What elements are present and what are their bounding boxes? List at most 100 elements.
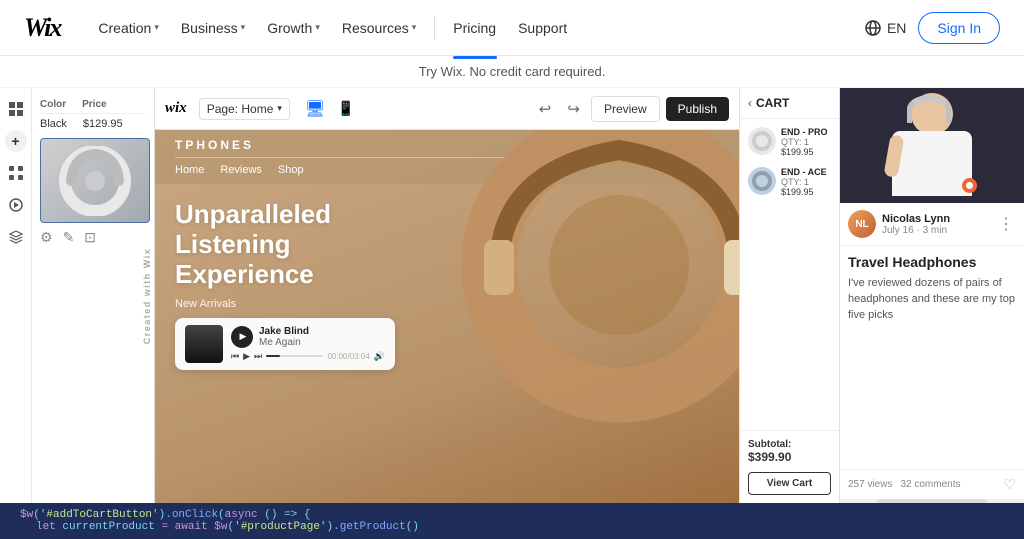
cart-header: ‹ CART: [740, 88, 839, 119]
nav-support[interactable]: Support: [508, 14, 577, 42]
article-header-image: [840, 88, 1024, 203]
heart-icon[interactable]: ♡: [1003, 476, 1016, 493]
device-icons: 🖥 📱: [300, 96, 360, 122]
author-date: July 16 · 3 min: [882, 225, 990, 236]
article-title: Travel Headphones: [848, 254, 1016, 270]
undo-button[interactable]: ↩: [534, 97, 557, 121]
cart-item-details: END - PRO QTY: 1 $199.95: [781, 127, 828, 157]
pricing-underline: [453, 56, 497, 59]
volume-icon[interactable]: 🔊: [374, 351, 385, 362]
cart-footer: Subtotal: $399.90 View Cart: [740, 430, 839, 503]
cart-item: END - PRO QTY: 1 $199.95: [748, 127, 831, 157]
nav-items: Creation ▾ Business ▾ Growth ▾ Resources…: [88, 14, 577, 42]
redo-button[interactable]: ↪: [562, 97, 585, 121]
language-selector[interactable]: EN: [864, 19, 906, 37]
cart-item: END - ACE QTY: 1 $199.95: [748, 167, 831, 197]
product-image-area: [40, 138, 150, 223]
table-row: Black $129.95: [40, 118, 146, 130]
music-controls-area: ▶ Jake Blind Me Again ⏮ ▶ ⏭: [231, 326, 385, 362]
cart-item-image: [748, 167, 776, 195]
music-player[interactable]: ▶ Jake Blind Me Again ⏮ ▶ ⏭: [175, 318, 395, 370]
signin-button[interactable]: Sign In: [918, 12, 1000, 44]
cart-item-price: $199.95: [781, 147, 828, 157]
edit-icon[interactable]: ✎: [63, 229, 75, 246]
nav-right: EN Sign In: [864, 12, 1000, 44]
cart-item-name: END - PRO: [781, 127, 828, 137]
cart-item-price: $199.95: [781, 187, 827, 197]
more-options-icon[interactable]: ⋮: [996, 212, 1016, 236]
chevron-down-icon: ▾: [277, 103, 282, 114]
code-line-1: $w('#addToCartButton').onClick(async () …: [20, 509, 1004, 521]
subtext-bar: Try Wix. No credit card required.: [0, 56, 1024, 88]
chevron-down-icon: ▾: [241, 22, 246, 33]
crop-icon[interactable]: ⊡: [84, 229, 96, 246]
author-info: Nicolas Lynn July 16 · 3 min: [882, 213, 990, 236]
nav-business[interactable]: Business ▾: [171, 14, 255, 42]
site-nav-reviews[interactable]: Reviews: [220, 164, 262, 176]
wix-logo[interactable]: Wix: [24, 13, 60, 43]
cart-item-image: [748, 127, 776, 155]
editor-wix-logo: wix: [165, 100, 187, 117]
play-button[interactable]: ▶: [231, 326, 253, 348]
views-count: 257 views: [848, 479, 892, 490]
cart-item-qty: QTY: 1: [781, 177, 827, 187]
music-artist: Jake Blind: [259, 326, 309, 337]
nav-pricing[interactable]: Pricing: [443, 14, 506, 42]
editor-area: wix Page: Home ▾ 🖥 📱 ↩ ↪ Preview Publish…: [155, 88, 739, 503]
cart-item-details: END - ACE QTY: 1 $199.95: [781, 167, 827, 197]
tool-layers-icon[interactable]: [5, 226, 27, 248]
music-title: Me Again: [259, 337, 309, 348]
editor-toolbar: wix Page: Home ▾ 🖥 📱 ↩ ↪ Preview Publish: [155, 88, 739, 130]
headphone-on-head: [907, 95, 951, 123]
website-preview: TPHONES Home Reviews Shop Unparalleled L…: [155, 130, 739, 503]
article-stats: 257 views 32 comments ♡: [840, 469, 1024, 499]
page-selector[interactable]: Page: Home ▾: [199, 98, 290, 120]
image-controls: ⚙ ✎ ⊡: [40, 229, 146, 246]
progress-fill: [266, 355, 280, 357]
top-navigation: Wix Creation ▾ Business ▾ Growth ▾ Resou…: [0, 0, 1024, 56]
main-area: + Color Price Black $129.95: [0, 88, 1024, 503]
progress-bar: [266, 355, 323, 357]
cart-title: CART: [756, 96, 789, 110]
time-display: 00:00/03:04: [327, 352, 369, 361]
nav-creation[interactable]: Creation ▾: [88, 14, 168, 42]
subtotal-amount: $399.90: [748, 450, 831, 464]
globe-icon: [864, 19, 882, 37]
nav-growth[interactable]: Growth ▾: [257, 14, 330, 42]
site-nav-home[interactable]: Home: [175, 164, 204, 176]
brand-watermark: Created with Wix: [142, 247, 152, 343]
prev-icon[interactable]: ⏮: [231, 351, 239, 362]
subtotal-label: Subtotal:: [748, 439, 831, 450]
chevron-down-icon: ▾: [315, 22, 320, 33]
author-avatar: NL: [848, 210, 876, 238]
cart-chevron-icon[interactable]: ‹: [748, 96, 752, 110]
site-nav-shop[interactable]: Shop: [278, 164, 304, 176]
music-thumbnail: [185, 325, 223, 363]
scroll-indicator: [840, 499, 1024, 503]
article-excerpt: I've reviewed dozens of pairs of headpho…: [848, 276, 1016, 324]
settings-icon[interactable]: ⚙: [40, 229, 53, 246]
comments-count: 32 comments: [900, 479, 960, 490]
next-icon[interactable]: ⏭: [254, 351, 262, 362]
nav-separator: [434, 16, 435, 40]
mobile-icon[interactable]: 📱: [332, 96, 359, 122]
article-body: Travel Headphones I've reviewed dozens o…: [840, 246, 1024, 469]
music-track-info: Jake Blind Me Again: [259, 326, 309, 348]
tool-sidebar: +: [0, 88, 32, 503]
tool-grid-icon[interactable]: [5, 98, 27, 120]
code-bar: $w('#addToCartButton').onClick(async () …: [0, 503, 1024, 539]
tool-app-icon[interactable]: [5, 162, 27, 184]
tool-add-icon[interactable]: +: [5, 130, 27, 152]
preview-button[interactable]: Preview: [591, 96, 660, 122]
hero-title: Unparalleled Listening Experience: [175, 200, 415, 290]
view-cart-button[interactable]: View Cart: [748, 472, 831, 495]
play-icon[interactable]: ▶: [243, 351, 250, 362]
right-panel: NL Nicolas Lynn July 16 · 3 min ⋮ Travel…: [839, 88, 1024, 503]
cart-items-list: END - PRO QTY: 1 $199.95 END - ACE QTY: …: [740, 119, 839, 430]
publish-button[interactable]: Publish: [666, 97, 729, 121]
desktop-icon[interactable]: 🖥: [300, 96, 330, 122]
nav-resources[interactable]: Resources ▾: [332, 14, 426, 42]
red-badge: [962, 178, 977, 193]
tool-media-icon[interactable]: [5, 194, 27, 216]
person-body: [892, 131, 972, 196]
